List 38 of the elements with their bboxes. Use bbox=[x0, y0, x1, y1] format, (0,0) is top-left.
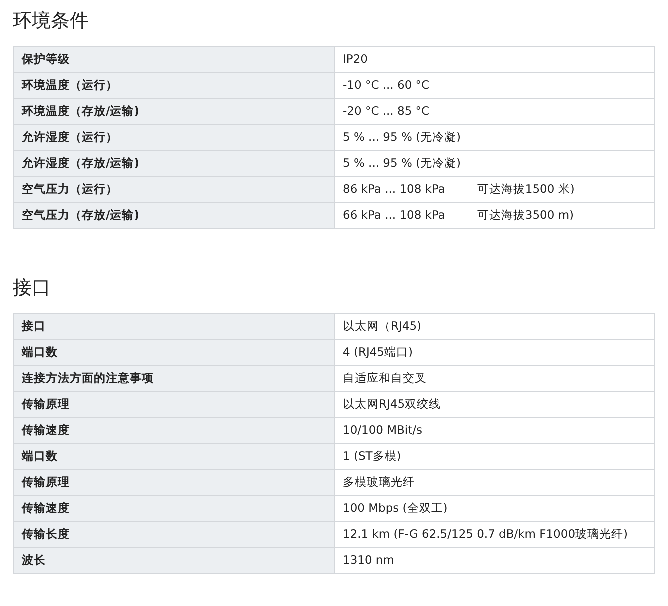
table-cell: 空气压力（存放/运输) bbox=[14, 202, 334, 228]
table-cell: 传输速度 bbox=[14, 496, 334, 522]
table-cell: 允许湿度（运行） bbox=[14, 124, 334, 150]
table-cell-value: 以太网RJ45双绞线 bbox=[343, 397, 442, 411]
section-heading: 环境条件 bbox=[13, 9, 90, 34]
table-cell-value: 4 (RJ45端口) bbox=[343, 345, 413, 359]
table-cell-value: 自适应和自交叉 bbox=[343, 371, 427, 385]
table-cell: 允许湿度（存放/运输) bbox=[14, 150, 334, 176]
table-cell: 空气压力（运行） bbox=[14, 176, 334, 202]
table-cell-value: -20 °C ... 85 °C bbox=[343, 104, 430, 118]
table-cell: 环境温度（运行） bbox=[14, 72, 334, 98]
table-cell: 端口数 bbox=[14, 444, 334, 470]
table-cell: 传输原理 bbox=[14, 470, 334, 496]
table-cell: 接口 bbox=[14, 314, 334, 340]
table-cell: 波长 bbox=[14, 548, 334, 574]
table-cell: 端口数 bbox=[14, 340, 334, 366]
table-cell: 保护等级 bbox=[14, 46, 334, 72]
table-cell: 环境温度（存放/运输) bbox=[14, 98, 334, 124]
table-cell: 传输长度 bbox=[14, 522, 334, 548]
table-cell-value: 10/100 MBit/s bbox=[343, 423, 422, 437]
table-cell-value: 5 % ... 95 % (无冷凝) bbox=[343, 130, 462, 144]
table-cell-value: 1310 nm bbox=[343, 553, 394, 567]
table-cell-value: 1 (ST多模) bbox=[343, 449, 402, 463]
table-cell-value: IP20 bbox=[343, 52, 368, 66]
table-cell-value: 100 Mbps (全双工) bbox=[343, 501, 448, 515]
table-cell-value: 12.1 km (F-G 62.5/125 0.7 dB/km F1000玻璃光纤) bbox=[343, 527, 628, 541]
table-cell-value: 66 kPa ... 108 kPa bbox=[343, 208, 446, 222]
table-cell-value: 86 kPa ... 108 kPa bbox=[343, 182, 446, 196]
table-cell-value: 以太网（RJ45) bbox=[343, 319, 422, 333]
section-heading: 接口 bbox=[13, 276, 52, 301]
table-cell-value: 多模玻璃光纤 bbox=[343, 475, 415, 489]
table-cell-note: 可达海拔1500 米) bbox=[477, 182, 575, 196]
table-cell-value: -10 °C ... 60 °C bbox=[343, 78, 430, 92]
table-cell: 连接方法方面的注意事项 bbox=[14, 366, 334, 392]
table-cell-value: 5 % ... 95 % (无冷凝) bbox=[343, 156, 462, 170]
table-cell-note: 可达海拔3500 m) bbox=[477, 208, 574, 222]
table-cell: 传输原理 bbox=[14, 392, 334, 418]
table-cell: 传输速度 bbox=[14, 418, 334, 444]
